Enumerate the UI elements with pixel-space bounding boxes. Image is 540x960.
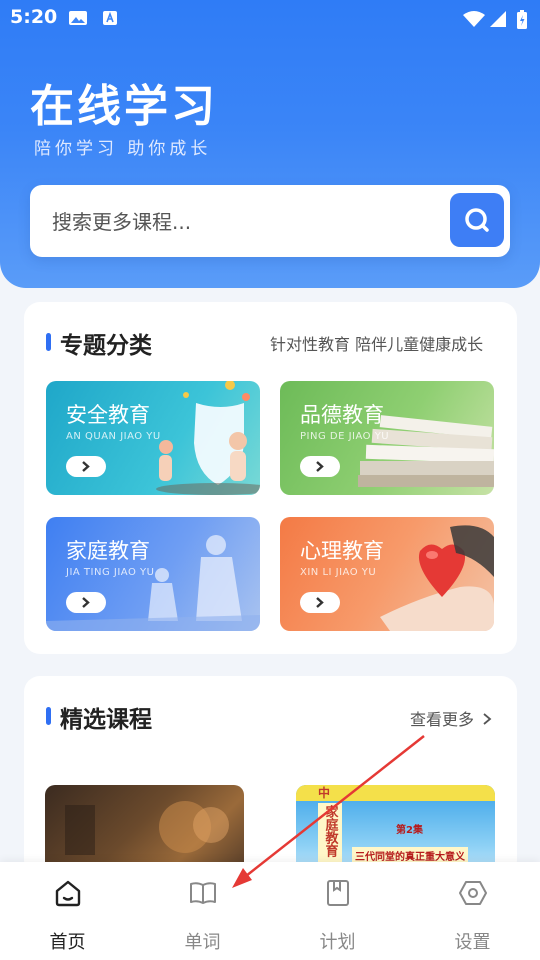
chevron-right-icon — [316, 461, 324, 472]
topic-title: 心理教育 — [300, 539, 384, 563]
tab-words[interactable]: 单词 — [135, 862, 270, 960]
tab-label: 设置 — [454, 932, 491, 953]
bottom-tab-bar: 首页 单词 计划 设置 — [0, 862, 540, 960]
image-notification-icon — [69, 11, 87, 25]
topic-tile-safety[interactable]: 安全教育 AN QUAN JIAO YU — [46, 381, 260, 495]
topics-title: 专题分类 — [60, 333, 152, 359]
status-time: 5:20 — [10, 6, 58, 28]
chevron-right-icon — [316, 597, 324, 608]
topic-open-button[interactable] — [300, 456, 340, 477]
topic-title: 品德教育 — [300, 403, 384, 427]
tab-label: 单词 — [184, 932, 221, 953]
search-icon — [465, 208, 489, 232]
app-subtitle: 陪你学习 助你成长 — [34, 139, 212, 159]
book-icon — [190, 882, 216, 904]
search-bar — [30, 185, 510, 257]
topic-open-button[interactable] — [300, 592, 340, 613]
tab-plan[interactable]: 计划 — [270, 862, 405, 960]
hero-header: 5:20 在线学习 陪你学习 助你成长 — [0, 0, 540, 288]
notebook-icon — [327, 880, 349, 906]
topic-pinyin: JIA TING JIAO YU — [66, 567, 155, 578]
battery-icon — [517, 10, 527, 29]
course-episode: 第2集 — [396, 825, 423, 836]
app-title: 在线学习 — [30, 81, 218, 132]
topic-open-button[interactable] — [66, 592, 106, 613]
tab-home[interactable]: 首页 — [0, 862, 135, 960]
chevron-right-icon — [483, 713, 492, 725]
topics-section: 专题分类 针对性教育 陪伴儿童健康成长 安全教育 AN QUAN JIAO YU — [24, 302, 517, 654]
view-more-link[interactable]: 查看更多 — [410, 706, 493, 730]
settings-icon — [459, 881, 487, 905]
topic-tile-morality[interactable]: 品德教育 PING DE JIAO YU — [280, 381, 494, 495]
status-bar: 5:20 — [0, 0, 540, 36]
search-button[interactable] — [450, 193, 504, 247]
tab-label: 计划 — [319, 932, 356, 953]
chevron-right-icon — [82, 461, 90, 472]
tab-label: 首页 — [49, 932, 86, 953]
course-top-text: 中 — [318, 786, 331, 800]
topic-pinyin: AN QUAN JIAO YU — [66, 431, 161, 442]
topic-tile-family[interactable]: 家庭教育 JIA TING JIAO YU — [46, 517, 260, 631]
topic-open-button[interactable] — [66, 456, 106, 477]
tab-settings[interactable]: 设置 — [405, 862, 540, 960]
topic-pinyin: XIN LI JIAO YU — [300, 567, 377, 578]
home-icon — [55, 880, 81, 907]
wifi-icon — [463, 11, 485, 27]
course-side-text: 家庭教育 — [322, 805, 338, 857]
topic-title: 安全教育 — [66, 403, 150, 427]
topics-subtitle: 针对性教育 陪伴儿童健康成长 — [270, 335, 484, 354]
section-indicator — [46, 707, 51, 725]
featured-title: 精选课程 — [60, 707, 152, 733]
signal-icon — [490, 11, 506, 27]
topic-title: 家庭教育 — [66, 539, 150, 563]
topic-tile-psychology[interactable]: 心理教育 XIN LI JIAO YU — [280, 517, 494, 631]
chevron-right-icon — [82, 597, 90, 608]
search-input[interactable] — [50, 203, 444, 241]
text-notification-icon — [103, 11, 117, 25]
topic-pinyin: PING DE JIAO YU — [300, 431, 390, 442]
section-indicator — [46, 333, 51, 351]
featured-section: 精选课程 查看更多 中 家庭教育 第2集 三代同堂的真正重大意义 — [24, 676, 517, 885]
view-more-label: 查看更多 — [410, 710, 475, 729]
